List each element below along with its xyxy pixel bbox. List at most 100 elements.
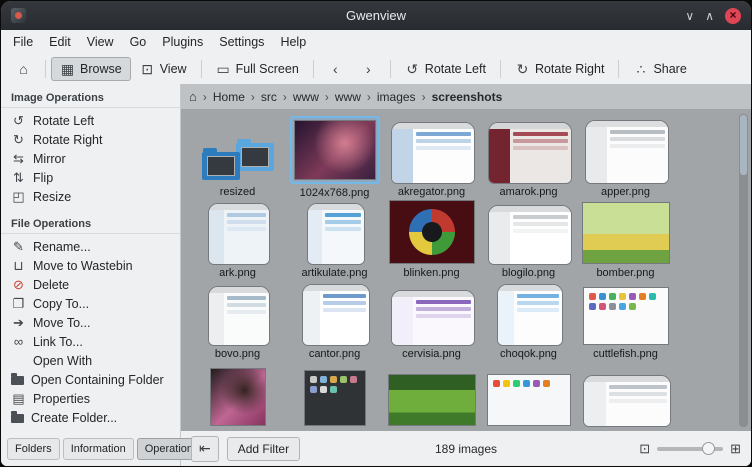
sidebar-item-delete[interactable]: ⊘Delete [1, 275, 180, 294]
go-first-icon: ⇤ [199, 441, 211, 455]
previous-button[interactable]: ‹ [319, 57, 352, 81]
share-button[interactable]: ∴Share [624, 57, 695, 81]
thumbnail-1024x768-png[interactable]: 1024x768.png [286, 118, 383, 199]
menu-help[interactable]: Help [272, 33, 314, 51]
thumbnail-apper-png[interactable]: apper.png [577, 118, 674, 199]
sidebar-item-mirror[interactable]: ⇆Mirror [1, 149, 180, 168]
art-row [325, 227, 360, 231]
breadcrumb-item-images[interactable]: images [377, 90, 416, 104]
add-filter-button[interactable]: Add Filter [227, 437, 300, 461]
sidebar-item-create-folder[interactable]: Create Folder... [1, 408, 180, 427]
breadcrumb-separator-icon: › [325, 90, 329, 104]
sidebar-item-flip[interactable]: ⇅Flip [1, 168, 180, 187]
thumb-art [488, 205, 572, 265]
thumbnail-resized[interactable]: resized [189, 118, 286, 199]
breadcrumb-item-www[interactable]: www [293, 90, 319, 104]
art-icon-dot [629, 303, 636, 310]
thumbnail-partial[interactable] [286, 361, 383, 431]
sidebar-item-rotate-right[interactable]: ↻Rotate Right [1, 130, 180, 149]
thumbnail-partial[interactable] [383, 361, 480, 431]
art-wheel-center [422, 222, 442, 242]
art-row [513, 215, 568, 219]
sidebar-item-resize[interactable]: ◰Resize [1, 187, 180, 206]
scrollbar-handle[interactable] [740, 115, 747, 175]
thumbnail-image [210, 368, 266, 426]
titlebar[interactable]: Gwenview ∨ ∧ × [1, 1, 751, 30]
go-first-button[interactable]: ⇤ [191, 436, 219, 462]
thumbnail-choqok-png[interactable]: choqok.png [480, 280, 577, 361]
art-sidepanel [303, 291, 320, 345]
sidebar-item-label: Rotate Left [33, 114, 94, 128]
rotate-left-button[interactable]: ↺Rotate Left [396, 57, 495, 81]
sidebar-item-copy-to[interactable]: ❐Copy To... [1, 294, 180, 313]
menu-settings[interactable]: Settings [211, 33, 272, 51]
browse-button[interactable]: ▦Browse [51, 57, 131, 81]
thumbnail-label: blinken.png [403, 267, 459, 280]
art-body [392, 129, 474, 183]
sidebar-item-move-to[interactable]: ➔Move To... [1, 313, 180, 332]
rotate-right-label: Rotate Right [535, 62, 604, 76]
sidebar-item-move-to-wastebin[interactable]: ⊔Move to Wastebin [1, 256, 180, 275]
full-screen-button[interactable]: ▭Full Screen [207, 57, 308, 81]
zoom-full-icon[interactable]: ⊞ [730, 442, 741, 455]
maximize-icon[interactable]: ∧ [705, 10, 714, 22]
zoom-fit-icon[interactable]: ⊡ [639, 442, 650, 455]
menu-plugins[interactable]: Plugins [154, 33, 211, 51]
zoom-slider[interactable] [657, 447, 723, 451]
thumbnail-image [496, 283, 562, 345]
art-body [584, 382, 670, 426]
thumbnail-partial[interactable] [480, 361, 577, 431]
sidebar-item-rotate-left[interactable]: ↺Rotate Left [1, 111, 180, 130]
rotate-right-button[interactable]: ↻Rotate Right [506, 57, 613, 81]
scrollbar[interactable] [739, 114, 748, 427]
thumbnail-cuttlefish-png[interactable]: cuttlefish.png [577, 280, 674, 361]
thumbnail-bomber-png[interactable]: bomber.png [577, 199, 674, 280]
close-icon[interactable]: × [725, 8, 741, 24]
thumbnail-label: bovo.png [215, 348, 260, 361]
sidebar-item-properties[interactable]: ▤Properties [1, 389, 180, 408]
thumbnail-partial[interactable] [189, 361, 286, 431]
sidebar-item-rename[interactable]: ✎Rename... [1, 237, 180, 256]
menu-go[interactable]: Go [122, 33, 155, 51]
breadcrumb-item-screenshots[interactable]: screenshots [432, 90, 503, 104]
art-row [416, 307, 471, 311]
thumb-art [302, 284, 370, 346]
home-button[interactable]: ⌂ [7, 57, 40, 81]
art-row [416, 300, 471, 304]
art-row [416, 139, 471, 143]
breadcrumb-item-src[interactable]: src [261, 90, 277, 104]
thumb-art [585, 120, 669, 184]
menu-file[interactable]: File [5, 33, 41, 51]
menu-edit[interactable]: Edit [41, 33, 79, 51]
gwenview-app-icon [11, 8, 26, 23]
art-icon-dot [609, 303, 616, 310]
thumb-art [389, 200, 475, 264]
thumb-art [388, 374, 476, 426]
thumbnail-akregator-png[interactable]: akregator.png [383, 118, 480, 199]
thumbnail-ark-png[interactable]: ark.png [189, 199, 286, 280]
thumbnail-artikulate-png[interactable]: artikulate.png [286, 199, 383, 280]
sidebar-item-open-with[interactable]: Open With [1, 351, 180, 370]
thumbnail-cantor-png[interactable]: cantor.png [286, 280, 383, 361]
breadcrumb-item-www[interactable]: www [335, 90, 361, 104]
art-sidepanel [498, 291, 515, 345]
mirror-icon: ⇆ [11, 152, 26, 165]
tab-folders[interactable]: Folders [7, 438, 60, 460]
thumbnail-amarok-png[interactable]: amarok.png [480, 118, 577, 199]
minimize-icon[interactable]: ∨ [685, 10, 694, 22]
menu-view[interactable]: View [79, 33, 122, 51]
view-button[interactable]: ⊡View [131, 57, 196, 81]
breadcrumb-item-home[interactable]: Home [213, 90, 245, 104]
next-button[interactable]: › [352, 57, 385, 81]
thumbnail-partial[interactable] [577, 361, 674, 431]
thumbnail-cervisia-png[interactable]: cervisia.png [383, 280, 480, 361]
art-row [513, 229, 568, 233]
thumbnail-blinken-png[interactable]: blinken.png [383, 199, 480, 280]
thumbnail-blogilo-png[interactable]: blogilo.png [480, 199, 577, 280]
statusbar: ⇤ Add Filter 189 images ⊡ ⊞ [181, 431, 751, 466]
tab-information[interactable]: Information [63, 438, 134, 460]
thumbnail-bovo-png[interactable]: bovo.png [189, 280, 286, 361]
zoom-slider-handle[interactable] [702, 442, 715, 455]
sidebar-item-open-containing-folder[interactable]: Open Containing Folder [1, 370, 180, 389]
sidebar-item-link-to[interactable]: ∞Link To... [1, 332, 180, 351]
